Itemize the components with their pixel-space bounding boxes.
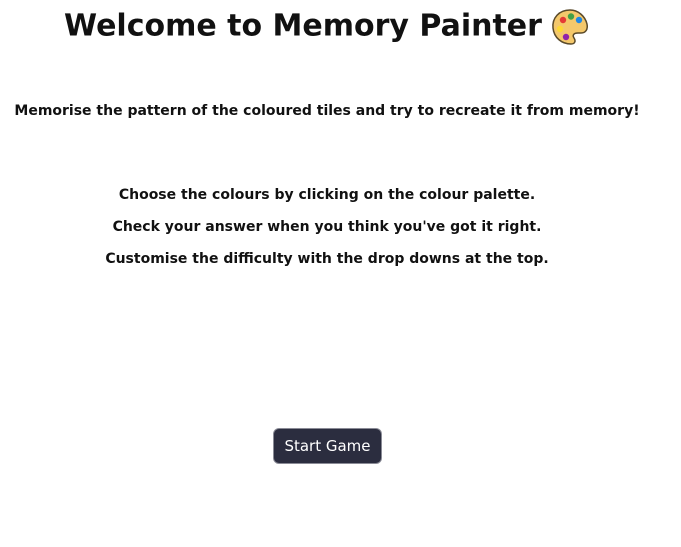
artist-palette-icon — [550, 7, 590, 47]
intro-text: Memorise the pattern of the coloured til… — [14, 103, 640, 119]
welcome-screen: Welcome to Memory Painter Memorise the p… — [0, 0, 681, 547]
page-title-text: Welcome to Memory Painter — [64, 8, 542, 44]
start-game-button[interactable]: Start Game — [273, 428, 382, 464]
instructions-list: Choose the colours by clicking on the co… — [0, 185, 654, 281]
instruction-palette: Choose the colours by clicking on the co… — [118, 187, 536, 203]
instruction-difficulty: Customise the difficulty with the drop d… — [105, 251, 549, 267]
page-title: Welcome to Memory Painter — [0, 6, 654, 47]
instruction-check-answer: Check your answer when you think you've … — [112, 219, 542, 235]
